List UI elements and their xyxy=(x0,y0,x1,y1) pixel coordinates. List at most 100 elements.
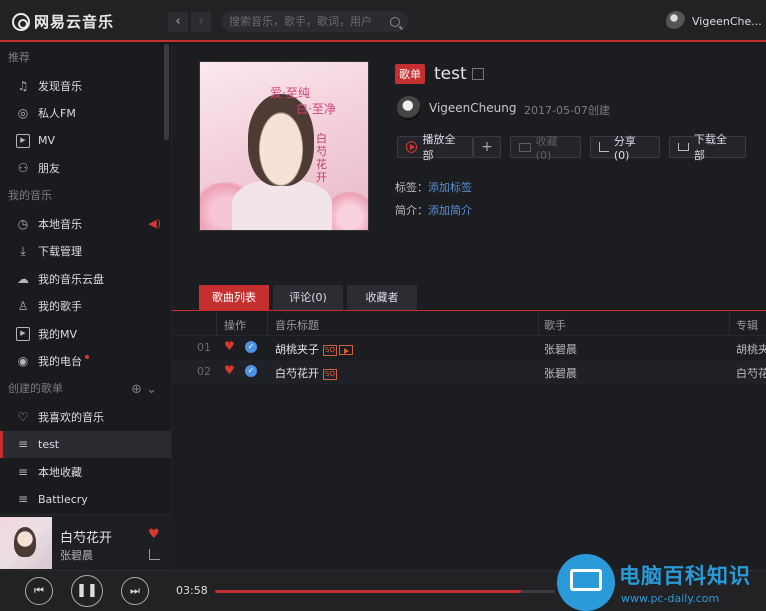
collect-label: 收藏(0) xyxy=(535,134,558,162)
friends-icon: ⚇ xyxy=(17,161,29,176)
previous-button[interactable]: ⏮ xyxy=(25,577,53,605)
sidebar-item-label: 我的歌手 xyxy=(38,300,82,314)
sidebar-item-local-music[interactable]: ◷ 本地音乐 ◀) xyxy=(0,210,171,238)
creator-name[interactable]: VigeenCheung xyxy=(429,101,516,115)
now-playing-panel[interactable]: 白芍花开 张碧晨 ♥ xyxy=(0,514,172,570)
column-header-album[interactable]: 专辑 xyxy=(736,317,758,333)
user-name[interactable]: VigeenChe... xyxy=(692,15,762,28)
collect-button[interactable]: 收藏(0) xyxy=(510,135,581,162)
column-divider[interactable] xyxy=(538,312,539,336)
cover-text: 白芍花开 xyxy=(316,132,327,184)
share-button[interactable]: 分享(0) xyxy=(590,135,660,162)
song-title-cell[interactable]: 白芍花开 SQ xyxy=(275,365,337,381)
sidebar-item-fm[interactable]: ◎ 私人FM xyxy=(0,100,171,128)
sidebar-item-label: 我喜欢的音乐 xyxy=(38,410,104,424)
mv-play-icon[interactable] xyxy=(338,345,353,355)
download-all-button[interactable]: 下载全部 xyxy=(669,133,746,162)
column-header-actions: 操作 xyxy=(224,319,246,332)
progress-bar[interactable] xyxy=(215,590,555,593)
tab-subscribers[interactable]: 收藏者 xyxy=(347,285,417,310)
column-divider[interactable] xyxy=(216,312,217,336)
column-divider[interactable] xyxy=(267,312,268,336)
playlist-tabs: 歌曲列表 评论(0) 收藏者 xyxy=(172,285,766,311)
sidebar-item-cloud[interactable]: ☁ 我的音乐云盘 xyxy=(0,265,171,293)
now-playing-title[interactable]: 白芍花开 xyxy=(60,527,112,546)
add-tags-link[interactable]: 添加标签 xyxy=(428,181,472,194)
like-heart-icon[interactable]: ♥ xyxy=(148,527,160,542)
table-row[interactable]: 02 ♥ ✓ 白芍花开 SQ 张碧晨 白芍花 xyxy=(172,360,766,384)
back-button[interactable]: ‹ xyxy=(168,12,188,32)
share-icon xyxy=(599,142,609,152)
tab-comments[interactable]: 评论(0) xyxy=(273,285,343,310)
play-all-button[interactable]: 播放全部 xyxy=(397,133,473,162)
share-icon[interactable] xyxy=(149,549,160,560)
downloaded-check-icon: ✓ xyxy=(245,365,257,377)
sidebar-item-my-mv[interactable]: ▶ 我的MV xyxy=(0,320,171,348)
forward-button[interactable]: › xyxy=(191,12,211,32)
sidebar-item-label: 我的MV xyxy=(38,327,78,341)
play-all-label: 播放全部 xyxy=(422,133,456,162)
cover-text: 爱·至纯 xyxy=(270,86,310,100)
user-menu[interactable]: VigeenChe... xyxy=(666,11,762,31)
tab-song-list[interactable]: 歌曲列表 xyxy=(199,285,269,310)
playlist-icon: ≡ xyxy=(17,492,29,507)
sidebar-item-discover[interactable]: ♫ 发现音乐 xyxy=(0,72,171,100)
sidebar: 推荐 ♫ 发现音乐 ◎ 私人FM ▶ MV ⚇ 朋友 我的音乐 ◷ 本地音乐 ◀… xyxy=(0,44,172,514)
search-icon[interactable] xyxy=(390,16,400,27)
sidebar-item-label: 朋友 xyxy=(38,162,60,176)
song-artist[interactable]: 张碧晨 xyxy=(544,341,577,357)
add-to-queue-button[interactable]: + xyxy=(473,136,501,158)
cover-text: 白·至净 xyxy=(296,102,336,116)
column-header-title[interactable]: 音乐标题 xyxy=(275,317,319,333)
tags-label: 标签： xyxy=(395,181,428,194)
playlist-badge: 歌单 xyxy=(395,64,425,84)
song-title[interactable]: 白芍花开 xyxy=(275,367,319,380)
heart-outline-icon: ♡ xyxy=(17,409,29,424)
section-title-created: 创建的歌单 xyxy=(8,382,63,395)
app-logo[interactable]: 网易云音乐 xyxy=(12,11,114,32)
top-bar: 网易云音乐 ‹ › VigeenChe... xyxy=(0,0,766,42)
download-icon: ⤓ xyxy=(20,244,26,259)
next-button[interactable]: ⏭ xyxy=(121,577,149,605)
folder-icon xyxy=(519,142,531,152)
column-divider[interactable] xyxy=(729,312,730,336)
sidebar-item-downloads[interactable]: ⤓ 下载管理 xyxy=(0,238,171,266)
song-album[interactable]: 白芍花 xyxy=(736,365,766,381)
sidebar-item-label: 本地音乐 xyxy=(38,217,82,231)
search-input[interactable] xyxy=(229,15,390,28)
song-album[interactable]: 胡桃夹 xyxy=(736,341,766,357)
like-heart-icon[interactable]: ♥ xyxy=(224,363,235,377)
song-artist[interactable]: 张碧晨 xyxy=(544,365,577,381)
song-title[interactable]: 胡桃夹子 xyxy=(275,343,319,356)
radio-icon: ◎ xyxy=(17,106,29,121)
column-header-artist[interactable]: 歌手 xyxy=(544,317,566,333)
table-header: 操作 音乐标题 歌手 专辑 xyxy=(172,312,766,336)
netease-logo-icon xyxy=(12,12,30,31)
now-playing-artist[interactable]: 张碧晨 xyxy=(60,547,93,563)
app-logo-text: 网易云音乐 xyxy=(34,13,115,31)
add-intro-link[interactable]: 添加简介 xyxy=(428,204,472,217)
table-row[interactable]: 01 ♥ ✓ 胡桃夹子 SQ 张碧晨 胡桃夹 xyxy=(172,336,766,360)
pause-button[interactable]: ❚❚ xyxy=(71,575,103,607)
like-heart-icon[interactable]: ♥ xyxy=(224,339,235,353)
now-playing-cover[interactable] xyxy=(0,517,52,569)
sidebar-item-liked-music[interactable]: ♡ 我喜欢的音乐 xyxy=(0,403,171,431)
avatar[interactable] xyxy=(666,11,686,31)
edit-icon[interactable] xyxy=(472,68,484,80)
creator-avatar[interactable] xyxy=(397,96,421,120)
row-index: 02 xyxy=(197,365,211,378)
sidebar-item-my-singers[interactable]: ♙ 我的歌手 xyxy=(0,293,171,321)
sidebar-item-test[interactable]: ≡ test xyxy=(0,430,171,458)
add-playlist-icon[interactable]: ⊕ ⌄ xyxy=(131,382,157,397)
play-circle-icon xyxy=(406,141,418,153)
sidebar-item-mv[interactable]: ▶ MV xyxy=(0,127,171,155)
sidebar-item-local-collection[interactable]: ≡ 本地收藏 xyxy=(0,458,171,486)
sq-quality-badge: SQ xyxy=(323,368,337,380)
sidebar-item-label: 本地收藏 xyxy=(38,465,82,479)
sidebar-item-my-radio[interactable]: ◉ 我的电台 xyxy=(0,348,171,376)
search-box[interactable] xyxy=(221,11,408,32)
sidebar-item-battlecry[interactable]: ≡ Battlecry xyxy=(0,486,171,514)
current-time: 03:58 xyxy=(176,584,208,597)
song-title-cell[interactable]: 胡桃夹子 SQ xyxy=(275,341,353,357)
sidebar-item-friends[interactable]: ⚇ 朋友 xyxy=(0,155,171,183)
